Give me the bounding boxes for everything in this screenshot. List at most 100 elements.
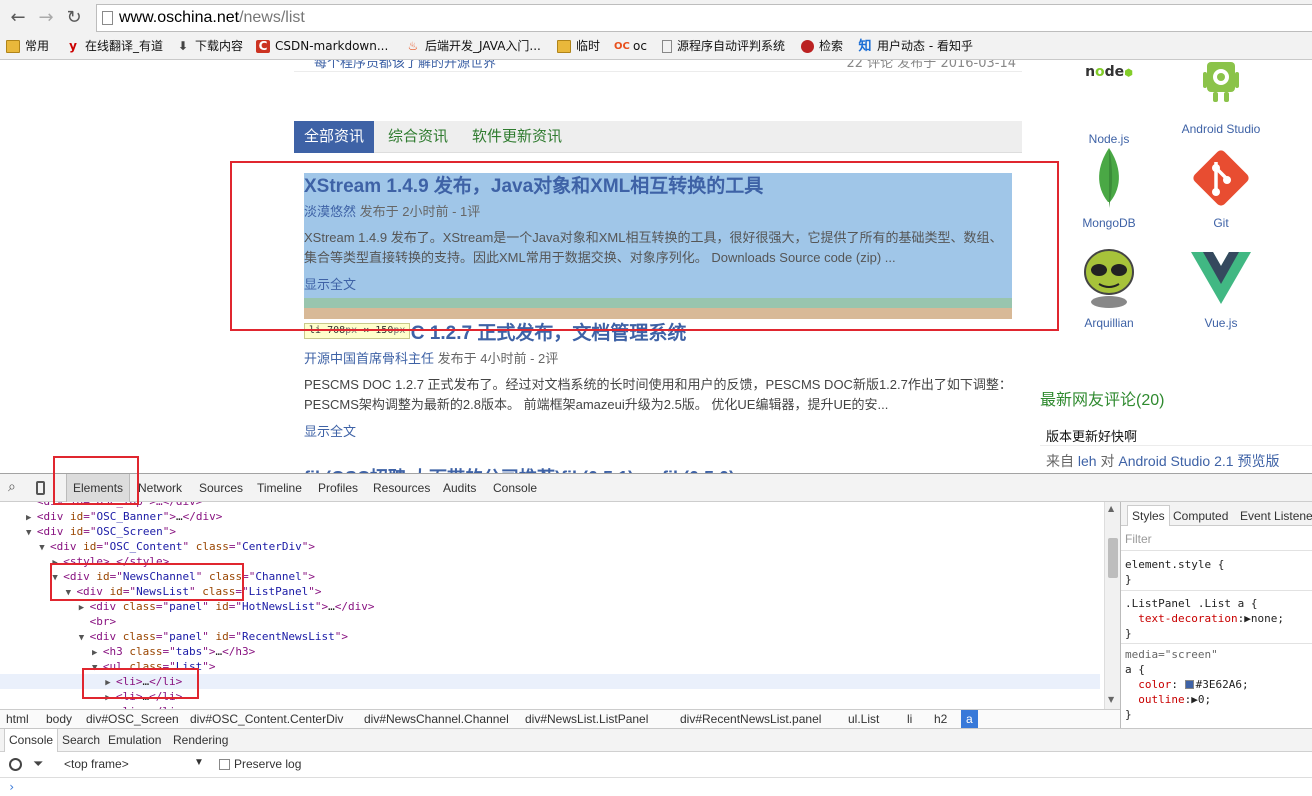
- news-meta: 开源中国首席骨科主任 发布于 4小时前 - 2评: [304, 351, 559, 366]
- dom-node-row[interactable]: ▶ <div id="OSC_Banner">…</div>: [0, 509, 1100, 524]
- page-icon: [102, 11, 113, 25]
- dom-node-row[interactable]: ▼ <div id="OSC_Screen">: [0, 524, 1100, 539]
- breadcrumb-item[interactable]: div#RecentNewsList.panel: [680, 710, 821, 728]
- page-viewport: 每个程序员都该了解的开源世界 22 评论 发布于 2016-03-14 全部资讯…: [0, 60, 1312, 473]
- project-android-studio[interactable]: Android Studio: [1171, 62, 1271, 136]
- color-swatch-icon[interactable]: [1184, 680, 1194, 689]
- annotation-red-box: [50, 563, 244, 601]
- tab-general-news[interactable]: 综合资讯: [378, 121, 458, 153]
- tab-all-news[interactable]: 全部资讯: [294, 121, 375, 153]
- breadcrumb-item[interactable]: html: [6, 710, 29, 728]
- style-declaration[interactable]: outline:▶0;: [1125, 692, 1211, 707]
- expand-triangle-icon[interactable]: ▶: [79, 603, 90, 613]
- style-rule-selector[interactable]: .ListPanel .List a {: [1125, 596, 1257, 611]
- bookmark-item[interactable]: 临时: [557, 35, 600, 57]
- tab-software-updates[interactable]: 软件更新资讯: [462, 121, 572, 153]
- news-author[interactable]: 开源中国首席骨科主任: [304, 351, 434, 366]
- collapse-triangle-icon[interactable]: ▼: [39, 543, 50, 553]
- expand-triangle-icon[interactable]: ▶: [26, 513, 37, 523]
- bookmark-item[interactable]: 常用: [6, 35, 49, 57]
- styles-filter-input[interactable]: Filter: [1125, 532, 1152, 546]
- dom-node-row[interactable]: ▼ <div id="OSC_Content" class="CenterDiv…: [0, 539, 1100, 554]
- breadcrumb-item[interactable]: div#OSC_Content.CenterDiv: [190, 710, 343, 728]
- dom-node-row[interactable]: <br>: [0, 614, 1100, 629]
- arquillian-alien-icon: [1077, 246, 1141, 310]
- comment-text: 版本更新好快啊: [1046, 429, 1138, 444]
- dom-node-row[interactable]: ▼ <div class="panel" id="RecentNewsList"…: [0, 629, 1100, 644]
- devtools-panel: ⌕ Elements Network Sources Timeline Prof…: [0, 456, 1312, 796]
- style-declaration[interactable]: text-decoration:▶none;: [1125, 611, 1284, 626]
- tab-network[interactable]: Network: [138, 474, 182, 502]
- console-prompt[interactable]: ›: [8, 780, 15, 794]
- tab-resources[interactable]: Resources: [373, 474, 430, 502]
- bookmark-item[interactable]: 源程序自动评判系统: [662, 35, 785, 57]
- bookmark-item[interactable]: y 在线翻译_有道: [66, 35, 163, 57]
- project-arquillian[interactable]: Arquillian: [1059, 246, 1159, 330]
- project-nodejs[interactable]: node⬢ Node.js: [1059, 62, 1159, 146]
- latest-comments-title[interactable]: 最新网友评论(20): [1040, 386, 1164, 410]
- styles-pane: Styles Computed Event Listeners Filter e…: [1120, 502, 1312, 728]
- style-rule-selector[interactable]: a {: [1125, 662, 1145, 677]
- tab-computed[interactable]: Computed: [1173, 506, 1228, 527]
- bookmark-item[interactable]: ♨ 后端开发_JAVA入门...: [406, 35, 541, 57]
- dom-tree-scrollbar[interactable]: ▲ ▼: [1104, 502, 1120, 709]
- dom-breadcrumbs: html body div#OSC_Screen div#OSC_Content.Ce…: [0, 709, 1120, 728]
- dom-node-row[interactable]: ▶ <h3 class="tabs">…</h3>: [0, 644, 1100, 659]
- expand-triangle-icon[interactable]: ▶: [92, 648, 103, 658]
- drawer-tab-emulation[interactable]: Emulation: [108, 729, 161, 752]
- breadcrumb-item[interactable]: div#OSC_Screen: [86, 710, 179, 728]
- breadcrumb-item[interactable]: a: [961, 710, 978, 728]
- clear-console-icon[interactable]: [9, 758, 22, 771]
- collapse-triangle-icon[interactable]: ▼: [79, 633, 90, 643]
- previous-news-title[interactable]: 每个程序员都该了解的开源世界: [314, 60, 496, 71]
- bookmark-item[interactable]: C CSDN-markdown...: [256, 35, 388, 57]
- url-host: www.oschina.net: [119, 9, 240, 26]
- preserve-log-checkbox[interactable]: [219, 759, 230, 770]
- tab-audits[interactable]: Audits: [443, 474, 476, 502]
- breadcrumb-item[interactable]: div#NewsList.ListPanel: [525, 710, 648, 728]
- scrollbar-thumb[interactable]: [1108, 538, 1118, 578]
- dom-node-row[interactable]: <div id="OSC_Top">…</div>: [0, 502, 1100, 509]
- back-arrow-icon[interactable]: ←: [6, 6, 30, 30]
- drawer-tab-console[interactable]: Console: [4, 729, 59, 752]
- inspect-search-icon[interactable]: ⌕: [8, 479, 16, 495]
- tab-event-listeners[interactable]: Event Listeners: [1240, 506, 1312, 527]
- drawer-tab-rendering[interactable]: Rendering: [173, 729, 228, 752]
- style-declaration[interactable]: color: #3E62A6;: [1125, 677, 1248, 692]
- project-mongodb[interactable]: MongoDB: [1059, 146, 1159, 230]
- breadcrumb-item[interactable]: h2: [934, 710, 947, 728]
- show-full-link[interactable]: 显示全文: [304, 423, 1012, 441]
- comment-user-link[interactable]: leh: [1078, 453, 1097, 469]
- bookmark-item[interactable]: OC oc: [614, 35, 647, 57]
- bookmark-item[interactable]: 知用户动态 - 看知乎: [858, 35, 972, 57]
- breadcrumb-item[interactable]: li: [907, 710, 912, 728]
- breadcrumb-item[interactable]: div#NewsChannel.Channel: [364, 710, 509, 728]
- chevron-down-icon[interactable]: ▼: [194, 757, 204, 768]
- comment-target-link[interactable]: Android Studio 2.1 预览版: [1118, 453, 1279, 469]
- project-git[interactable]: Git: [1171, 146, 1271, 230]
- frame-select[interactable]: <top frame>: [64, 757, 129, 771]
- style-rule-close: }: [1125, 627, 1132, 640]
- dom-node-row[interactable]: ▶ <div class="panel" id="HotNewsList">…<…: [0, 599, 1100, 614]
- breadcrumb-item[interactable]: body: [46, 710, 72, 728]
- forward-arrow-icon[interactable]: →: [34, 6, 58, 30]
- drawer-tab-search[interactable]: Search: [62, 729, 100, 752]
- collapse-triangle-icon[interactable]: ▼: [26, 528, 37, 538]
- bookmark-item[interactable]: 检索: [801, 35, 843, 57]
- tab-sources[interactable]: Sources: [199, 474, 243, 502]
- news-summary: PESCMS DOC 1.2.7 正式发布了。经过对文档系统的长时间使用和用户的…: [304, 377, 1012, 412]
- bookmark-item[interactable]: ⬇ 下载内容: [176, 35, 243, 57]
- tab-profiles[interactable]: Profiles: [318, 474, 358, 502]
- device-mode-icon[interactable]: [36, 481, 45, 495]
- address-bar[interactable]: www.oschina.net/news/list: [96, 4, 1312, 32]
- news-title-partial[interactable]: fil (OSC招聘 大面带的公司推荐)fil (0.5.1) — fil (0…: [304, 464, 864, 473]
- breadcrumb-item[interactable]: ul.List: [848, 710, 879, 728]
- filter-funnel-icon[interactable]: ⏷: [33, 756, 43, 772]
- tab-timeline[interactable]: Timeline: [257, 474, 302, 502]
- tab-console[interactable]: Console: [493, 474, 537, 502]
- reload-icon[interactable]: ↻: [62, 6, 86, 30]
- styles-pane-tabs: Styles Computed Event Listeners: [1121, 502, 1312, 526]
- style-rule-close: }: [1125, 708, 1132, 721]
- project-vuejs[interactable]: Vue.js: [1171, 246, 1271, 330]
- tab-styles[interactable]: Styles: [1127, 505, 1170, 526]
